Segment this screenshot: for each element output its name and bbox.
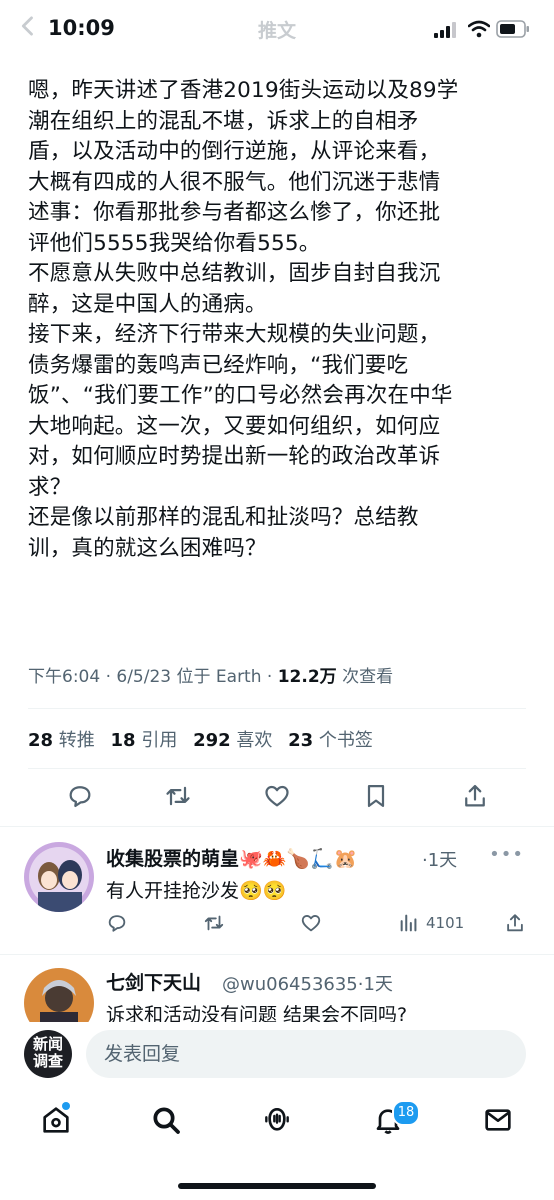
tweet-views-count[interactable]: 12.2万 (278, 667, 337, 687)
handle-text: @wu06453635 (222, 974, 358, 995)
retweet-button[interactable] (164, 782, 192, 810)
reply-author-handle: @wu06453635·1天 (222, 970, 393, 996)
quotes-stat[interactable]: 18 引用 (111, 730, 178, 751)
tweet-views-label: 次查看 (336, 667, 394, 687)
reply-item[interactable]: 七剑下天山 @wu06453635·1天 诉求和活动没有问题 结果会不同吗? (0, 962, 554, 1024)
notifications-badge: 18 (392, 1100, 420, 1126)
share-icon (507, 914, 523, 932)
avatar[interactable]: 新闻调查 (24, 1030, 72, 1078)
bookmarks-label: 个书签 (318, 730, 373, 751)
bookmarks-count: 23 (288, 730, 314, 751)
retweet-icon (166, 786, 190, 806)
bookmark-icon (367, 784, 385, 808)
heart-icon (301, 915, 321, 932)
battery-icon (496, 20, 529, 38)
retweets-count: 28 (28, 730, 54, 751)
likes-count: 292 (193, 730, 231, 751)
divider (0, 826, 554, 827)
likes-label: 喜欢 (236, 730, 273, 751)
tweet-actions (0, 782, 554, 818)
tweet-meta: 下午6:04 · 6/5/23 位于 Earth · 12.2万 次查看 (28, 662, 393, 687)
author-name-emojis: 🐙🦀🍗🛴🐹 (239, 848, 358, 870)
like-button[interactable] (263, 782, 291, 810)
reply-input[interactable]: 发表回复 (86, 1030, 526, 1078)
views-button[interactable] (398, 912, 420, 934)
retweets-label: 转推 (58, 730, 95, 751)
like-button[interactable] (300, 912, 322, 934)
avatar[interactable] (24, 968, 94, 1024)
reply-text: 诉求和活动没有问题 结果会不同吗? (106, 1004, 408, 1024)
avatar[interactable] (24, 842, 94, 912)
reply-author-name[interactable]: 七剑下天山 (106, 968, 201, 995)
reply-button[interactable] (66, 782, 94, 810)
tab-spaces[interactable] (261, 1104, 293, 1136)
new-content-dot (62, 1102, 70, 1110)
cellular-signal-icon (434, 22, 456, 38)
tweet-timestamp-location: 下午6:04 · 6/5/23 位于 Earth · (28, 667, 278, 687)
author-name-text: 收集股票的萌皇 (106, 848, 240, 870)
status-time: 10:09 (48, 16, 115, 40)
bookmarks-stat[interactable]: 23 个书签 (288, 730, 373, 751)
reply-time: ·1天 (422, 850, 458, 871)
search-icon (153, 1107, 180, 1134)
tab-messages[interactable] (482, 1104, 514, 1136)
reply-icon (108, 915, 126, 932)
heart-icon (265, 785, 289, 807)
share-icon (465, 784, 485, 807)
status-bar: 10:09 推文 (0, 0, 554, 62)
wifi-icon (468, 20, 490, 38)
reply-composer: 新闻调查 发表回复 (0, 1022, 554, 1088)
page-title: 推文 (258, 20, 297, 42)
reply-icon (69, 786, 91, 808)
share-button[interactable] (461, 782, 489, 810)
retweet-button[interactable] (203, 912, 225, 934)
quotes-count: 18 (110, 730, 136, 751)
reply-time: ·1天 (357, 974, 393, 995)
home-indicator[interactable] (178, 1183, 376, 1189)
views-chart-icon (400, 914, 417, 932)
more-options-button[interactable]: ••• (489, 844, 524, 865)
tab-search[interactable] (150, 1104, 182, 1136)
anime-avatar-image (24, 842, 94, 912)
likes-stat[interactable]: 292 喜欢 (193, 730, 272, 751)
divider (0, 954, 554, 955)
reply-text: 有人开挂抢沙发🥺🥺 (106, 880, 287, 902)
reply-author-name[interactable]: 收集股票的萌皇🐙🦀🍗🛴🐹 (106, 844, 357, 871)
spaces-icon (265, 1107, 289, 1131)
share-button[interactable] (504, 912, 526, 934)
back-arrow-icon[interactable] (14, 12, 42, 40)
views-count: 4101 (426, 914, 465, 932)
reply-button[interactable] (106, 912, 128, 934)
tweet-stats: 28 转推 18 引用 292 喜欢 23 个书签 (28, 726, 383, 752)
bookmark-button[interactable] (362, 782, 390, 810)
divider (28, 708, 526, 709)
quotes-label: 引用 (141, 730, 178, 751)
tweet-text: 嗯，昨天讲述了香港2019街头运动以及89学 潮在组织上的混乱不堪，诉求上的自相… (28, 78, 459, 561)
retweets-stat[interactable]: 28 转推 (28, 730, 95, 751)
divider (28, 768, 526, 769)
avatar-text: 新闻调查 (32, 1035, 63, 1070)
retweet-icon (204, 915, 224, 931)
mail-icon (485, 1109, 511, 1131)
avatar-image (24, 968, 94, 1024)
